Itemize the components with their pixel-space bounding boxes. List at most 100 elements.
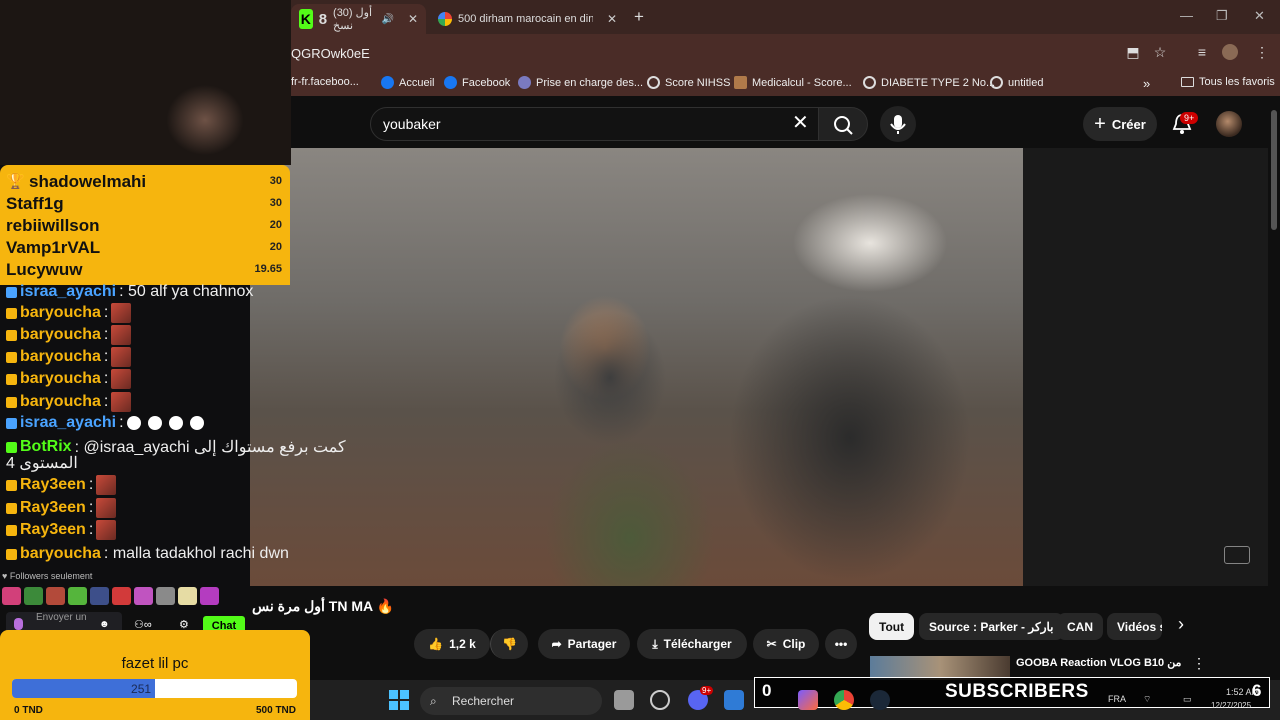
maximize-icon[interactable]: ❐ bbox=[1216, 8, 1228, 24]
emote-icon[interactable] bbox=[24, 587, 43, 605]
emote-icon[interactable] bbox=[156, 587, 175, 605]
close-window-icon[interactable]: ✕ bbox=[1254, 8, 1265, 24]
recommended-more-icon[interactable]: ⋮ bbox=[1192, 655, 1206, 672]
tab-label: (30) أول نسخ bbox=[333, 7, 373, 32]
voice-search-button[interactable] bbox=[880, 106, 916, 142]
emote-icon[interactable] bbox=[134, 587, 153, 605]
leaderboard-value: 30 bbox=[269, 197, 282, 209]
chat-message: Ray3een: bbox=[6, 475, 117, 495]
close-tab-icon[interactable]: ✕ bbox=[607, 12, 617, 26]
bookmark-item[interactable]: DIABETE TYPE 2 No... bbox=[863, 76, 995, 89]
speaker-icon[interactable]: 🔊 bbox=[381, 14, 393, 25]
chip-source[interactable]: Source : Parker - باركر bbox=[919, 613, 1064, 640]
chat-username[interactable]: baryoucha bbox=[20, 348, 101, 366]
download-button[interactable]: ⤓ Télécharger bbox=[637, 629, 747, 659]
chat-username[interactable]: israa_ayachi bbox=[20, 283, 116, 301]
bookmark-label: Accueil bbox=[399, 76, 435, 89]
chat-username[interactable]: baryoucha bbox=[20, 304, 101, 322]
emote-icon[interactable] bbox=[112, 587, 131, 605]
globe-icon bbox=[990, 76, 1003, 89]
chip-can[interactable]: CAN bbox=[1057, 613, 1103, 640]
battery-icon[interactable]: ▭ bbox=[1183, 694, 1192, 705]
bookmark-label: Score NIHSS bbox=[665, 76, 731, 89]
chip-all[interactable]: Tout bbox=[869, 613, 915, 640]
new-tab-button[interactable]: + bbox=[634, 7, 644, 27]
search-button[interactable] bbox=[818, 107, 868, 141]
install-app-icon[interactable]: ⬒ bbox=[1125, 44, 1141, 60]
dislike-button[interactable]: 👎 bbox=[490, 629, 528, 659]
chat-message: baryoucha: bbox=[6, 369, 132, 389]
emote-icon[interactable] bbox=[2, 587, 21, 605]
chat-username[interactable]: baryoucha bbox=[20, 545, 101, 563]
leaderboard: 🏆 shadowelmahi 30 Staff1g 30 rebiiwillso… bbox=[0, 165, 290, 285]
clock-date[interactable]: 12/27/2025 bbox=[1211, 701, 1251, 710]
emote-icon[interactable] bbox=[68, 587, 87, 605]
task-view-icon[interactable] bbox=[614, 690, 634, 710]
search-input[interactable]: youbaker bbox=[370, 107, 820, 141]
account-avatar[interactable] bbox=[1216, 111, 1242, 137]
minimize-icon[interactable]: — bbox=[1180, 8, 1193, 23]
recommended-title[interactable]: GOOBA Reaction VLOG B10 من bbox=[1016, 656, 1181, 669]
bookmark-item[interactable]: Facebook bbox=[444, 76, 510, 89]
media-icon[interactable]: ≡ bbox=[1194, 44, 1210, 60]
clip-button[interactable]: ✂ Clip bbox=[753, 629, 819, 659]
windows-start-icon[interactable] bbox=[389, 690, 409, 710]
user-badge-icon bbox=[6, 396, 17, 408]
more-icon: ••• bbox=[834, 637, 848, 651]
chat-username[interactable]: baryoucha bbox=[20, 370, 101, 388]
bookmark-item[interactable]: Score NIHSS bbox=[647, 76, 730, 89]
bookmark-item[interactable]: Prise en charge des... bbox=[518, 76, 643, 89]
emote-icon[interactable] bbox=[90, 587, 109, 605]
app-icon[interactable] bbox=[650, 690, 670, 710]
chat-username[interactable]: baryoucha bbox=[20, 393, 101, 411]
chat-username[interactable]: baryoucha bbox=[20, 326, 101, 344]
channel-watermark-icon[interactable] bbox=[1224, 546, 1250, 564]
menu-icon[interactable]: ⋮ bbox=[1254, 44, 1270, 60]
tab-google[interactable]: 500 dirham marocain en dinar t ✕ bbox=[430, 4, 625, 34]
copilot-icon[interactable] bbox=[798, 690, 818, 710]
chrome-icon[interactable] bbox=[834, 690, 854, 710]
clear-search-icon[interactable]: ✕ bbox=[792, 113, 809, 133]
share-button[interactable]: ➦ Partager bbox=[538, 629, 630, 659]
steam-icon[interactable] bbox=[870, 690, 890, 710]
share-label: Partager bbox=[567, 637, 617, 651]
more-actions-button[interactable]: ••• bbox=[825, 629, 857, 659]
bookmarks-more-button[interactable]: » bbox=[1143, 76, 1150, 91]
profile-avatar[interactable] bbox=[1222, 44, 1238, 60]
mic-icon[interactable] bbox=[14, 618, 23, 630]
chat-emote-icon bbox=[111, 369, 132, 389]
star-icon[interactable]: ☆ bbox=[1152, 44, 1168, 60]
close-tab-icon[interactable]: ✕ bbox=[408, 12, 418, 26]
chat-username[interactable]: Ray3een bbox=[20, 476, 86, 494]
globe-icon bbox=[647, 76, 660, 89]
video-player[interactable] bbox=[250, 148, 1023, 586]
chevron-right-icon[interactable]: › bbox=[1178, 614, 1184, 635]
tab-kick-stream[interactable]: K 8 (30) أول نسخ 🔊 ✕ bbox=[291, 4, 426, 34]
app-icon[interactable] bbox=[724, 690, 744, 710]
chat-text: : @israa_ayachi كمت برفع مستواك إلى bbox=[74, 439, 346, 456]
bookmark-item[interactable]: untitled bbox=[990, 76, 1043, 89]
search-icon bbox=[834, 116, 853, 135]
language-indicator[interactable]: FRA bbox=[1108, 694, 1126, 704]
like-button[interactable]: 👍 1,2 k bbox=[414, 629, 490, 659]
emote-icon[interactable] bbox=[200, 587, 219, 605]
url-text[interactable]: QGROwk0eE bbox=[291, 46, 370, 61]
emote-icon[interactable] bbox=[178, 587, 197, 605]
chat-username[interactable]: Ray3een bbox=[20, 499, 86, 517]
all-favorites[interactable]: Tous les favoris bbox=[1181, 76, 1275, 88]
scrollbar-thumb[interactable] bbox=[1271, 110, 1277, 230]
bookmark-item[interactable]: Medicalcul - Score... bbox=[734, 76, 852, 89]
emote-icon[interactable] bbox=[46, 587, 65, 605]
chat-text: المستوى 4 bbox=[6, 455, 78, 472]
scissors-icon: ✂ bbox=[766, 637, 777, 651]
bookmark-item[interactable]: fr-fr.faceboo... bbox=[291, 76, 359, 88]
chat-username[interactable]: Ray3een bbox=[20, 521, 86, 539]
chat-username[interactable]: israa_ayachi bbox=[20, 414, 116, 432]
wifi-icon[interactable]: ⌔ bbox=[1143, 694, 1151, 705]
taskbar-search[interactable]: ⌕ Rechercher bbox=[420, 687, 602, 715]
chat-text: : bbox=[103, 370, 109, 387]
create-button[interactable]: + Créer bbox=[1083, 107, 1157, 141]
chip-videos[interactable]: Vidéos s bbox=[1107, 613, 1162, 640]
bookmark-item[interactable]: Accueil bbox=[381, 76, 434, 89]
emoji-icon[interactable]: ☻ bbox=[99, 619, 110, 630]
